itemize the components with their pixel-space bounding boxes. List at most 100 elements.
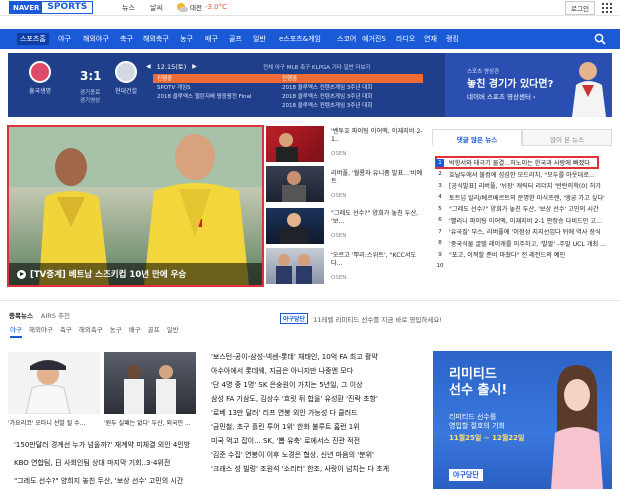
main-story[interactable]: [TV중계] 베트남 스즈키컵 10년 만에 우승 bbox=[7, 125, 264, 287]
link-weather[interactable]: 날씨 bbox=[150, 3, 163, 13]
headline-item[interactable]: 미국 먹고 잡이... SK, '뽑 유축' 로에서스 진관 적전 bbox=[211, 436, 426, 450]
ranked-news-item[interactable]: 7 '유국질' 부스, 리버풀에 '이점성 지지선임다 뒤에 역사 장식 bbox=[436, 226, 614, 238]
weather-widget[interactable]: 대전 -3.0°C bbox=[175, 1, 227, 13]
naver-sports-logo[interactable]: NAVER SPORTS bbox=[9, 1, 94, 14]
ranked-news-item[interactable]: 9 "포고, 이적할 준비 마쳤다" 전 레전드의 예인 bbox=[436, 249, 614, 261]
sport-news-title[interactable]: 종목뉴스 bbox=[9, 310, 33, 320]
nav-basketball[interactable]: 농구 bbox=[180, 34, 193, 44]
sport-filters[interactable]: 전체 야구 MLB 축구 KLPGA 기타 일반 더보기 bbox=[263, 63, 371, 71]
app-grid-icon[interactable] bbox=[602, 3, 612, 13]
nav-general[interactable]: 일반 bbox=[253, 34, 266, 44]
baseball-thumb-caption[interactable]: '원두 실패는 없다' 두산, 외국인 ... bbox=[104, 418, 199, 427]
baseball-news-item[interactable]: '150만달러 경계선 누가 넘을까?' 재계약 미체결 외인 4인방 bbox=[14, 440, 204, 450]
baseball-thumb-2[interactable] bbox=[104, 352, 196, 414]
news-thumb-title[interactable]: '오르고 '뿌리:스위트', "KCC서도 다... bbox=[331, 252, 423, 268]
tab-volleyball[interactable]: 배구 bbox=[129, 324, 141, 338]
away-team[interactable]: 현대건설 bbox=[108, 61, 144, 95]
board-row[interactable]: 2018 클루엑스 챌린지배 왕중왕전 Final 2018 클루엑스 컨텐츠게… bbox=[153, 92, 423, 101]
baseball-thumb-caption[interactable]: '가요리코' 오타니 선발 될 수... bbox=[8, 418, 103, 427]
nav-magazine[interactable]: 예거진S bbox=[362, 34, 386, 44]
news-thumb-title[interactable]: '벤투호 파이팅 이어엑, 이재지비 2-1.. bbox=[331, 128, 423, 144]
promo-label: 스포츠 영상관 bbox=[467, 69, 500, 75]
home-team[interactable]: 흥국생명 bbox=[22, 61, 58, 95]
headline-item[interactable]: '김준 수집' 연봉이 이후 노경은 협상, 신년 마음의 '분위' bbox=[211, 450, 426, 464]
baseball-thumb-1[interactable] bbox=[8, 352, 100, 414]
ranked-news-item[interactable]: 5 "그레도 선수?" 양희가 놓친 두산, '보상 선수' 고민의 시간 bbox=[436, 203, 614, 215]
yagu-dangdan-banner[interactable]: 야구당단 11레벨 리미티드 선수를 지금 바로 영입하세요! bbox=[280, 313, 442, 324]
weather-city: 대전 bbox=[190, 4, 202, 12]
rank-number: 2 bbox=[438, 171, 442, 178]
ranked-news-item[interactable]: 8 '중국식물 굴텔 레이캐를 이주하고, '발팔' -주말 UCL 개최 ... bbox=[436, 238, 614, 250]
nav-volleyball[interactable]: 배구 bbox=[205, 34, 218, 44]
ranked-news-item[interactable]: 10 bbox=[436, 261, 614, 273]
search-icon[interactable] bbox=[594, 33, 606, 45]
news-thumb-1[interactable] bbox=[266, 126, 324, 162]
prev-date-icon[interactable]: ◀ bbox=[146, 63, 151, 70]
ad-sub-line1: 리미티드 선수를 bbox=[449, 413, 497, 421]
tab-basketball[interactable]: 농구 bbox=[110, 324, 122, 338]
news-thumb-title[interactable]: 리버풀, '월룡자 유니폼 발표...'비예트 bbox=[331, 170, 423, 186]
board-row[interactable]: 2018 클루엑스 컨텐츠게임 3주년 대회 bbox=[153, 101, 423, 110]
nav-world-football[interactable]: 해외축구 bbox=[143, 34, 169, 44]
nav-football[interactable]: 축구 bbox=[120, 34, 133, 44]
headline-item[interactable]: '로베 13만 달러' 리프 연봉 외인 가능성 다 클러드 bbox=[211, 408, 426, 422]
ranked-news-item[interactable]: 6 '빨리니 파이팅 이어엑, 이재지비 2-1 판정승 다비드만 고... bbox=[436, 215, 614, 227]
rank-number: 8 bbox=[438, 240, 442, 247]
ad-subtitle: 리미티드 선수를 영입할 절호의 기회 bbox=[449, 413, 505, 431]
tab-most-commented[interactable]: 댓글 많은 뉴스 bbox=[432, 129, 522, 146]
news-thumb-source: OSEN bbox=[331, 275, 347, 281]
ranked-news-item[interactable]: 1 박항서와 태극기 물결...허노이는 한국과 사랑에 빠졌다 bbox=[436, 157, 614, 169]
headline-item[interactable]: '단 4명 중 1명' SK 은숭원이 가치는 5년일, 그 이상 bbox=[211, 380, 426, 394]
headline-item[interactable]: 아수아에서 롯데웨, 지금은 아니지만 나중엔 모다 bbox=[211, 366, 426, 380]
limited-player-ad[interactable]: 리미티드 선수 출시! 리미티드 선수를 영입할 절호의 기회 11월25일 ~… bbox=[433, 351, 612, 489]
headline-item[interactable]: '보스턴-공이-삼성-넥센-롯데' 채태인, 10억 FA 최고 활약 bbox=[211, 352, 426, 366]
tab-golf[interactable]: 골프 bbox=[148, 324, 160, 338]
news-thumb-title[interactable]: "그레도 선수?" 양희가 놓친 두산, '보... bbox=[331, 210, 423, 226]
nav-score[interactable]: 스코어 bbox=[337, 34, 356, 44]
nav-sports-home[interactable]: 스포츠홈 bbox=[17, 33, 49, 45]
headline-item[interactable]: '금민철, 초구 흘린 투어 1위' 한화 불루트 홈런 1위 bbox=[211, 422, 426, 436]
yagu-dangdan-logo: 야구당단 bbox=[280, 313, 309, 324]
next-date-icon[interactable]: ▶ bbox=[192, 63, 197, 70]
link-news[interactable]: 뉴스 bbox=[122, 3, 135, 13]
ranked-news-item[interactable]: 4 토트넘 알리/베르베르트의 분명한 미식프렌, '앵궁 가고 싶다' bbox=[436, 192, 614, 204]
sport-tabs: 야구 해외야구 축구 해외축구 농구 배구 골프 일반 bbox=[10, 324, 186, 338]
game-video-link[interactable]: 경기영상 bbox=[80, 96, 100, 104]
tab-most-viewed[interactable]: 많이 본 뉴스 bbox=[522, 129, 612, 146]
ranked-news-item[interactable]: 2 호날두에서 불컹에 섬섬한 모드리치, "모두를 아웃대로... bbox=[436, 169, 614, 181]
sport-news-header: 종목뉴스 AIRS 추천 bbox=[9, 310, 70, 320]
airs-recommend[interactable]: AIRS 추천 bbox=[41, 310, 70, 320]
nav-baseball[interactable]: 야구 bbox=[58, 34, 71, 44]
tab-football[interactable]: 축구 bbox=[60, 324, 72, 338]
main-story-caption[interactable]: [TV중계] 베트남 스즈키컵 10년 만에 우승 bbox=[9, 263, 262, 285]
tab-world-football[interactable]: 해외축구 bbox=[79, 324, 103, 338]
ranked-news-title: "포고, 이적할 준비 마쳤다" 전 레전드의 예인 bbox=[449, 252, 566, 260]
tab-baseball[interactable]: 야구 bbox=[10, 324, 22, 338]
nav-series[interactable]: 연재 bbox=[424, 34, 437, 44]
ranked-news-item[interactable]: 3 [공식발표] 리버풀, '뉘장' 캐릭터 리더지 '반란의학(0) 허가 bbox=[436, 180, 614, 192]
nav-golf[interactable]: 골프 bbox=[229, 34, 242, 44]
nav-mlb[interactable]: 해외야구 bbox=[83, 34, 109, 44]
ad-sub-line2: 영입할 절호의 기회 bbox=[449, 422, 505, 430]
news-thumb-2[interactable] bbox=[266, 166, 324, 202]
tab-world-baseball[interactable]: 해외야구 bbox=[29, 324, 53, 338]
news-thumb-3[interactable] bbox=[266, 208, 324, 244]
tab-general[interactable]: 일반 bbox=[167, 324, 179, 338]
ranked-news-title: "그레도 선수?" 양희가 놓친 두산, '보상 선수' 고민의 시간 bbox=[449, 206, 599, 214]
video-center-promo[interactable]: 스포츠 영상관 놓친 경기가 있다면? 네이버 스포츠 영상센터 › bbox=[445, 53, 612, 117]
login-button[interactable]: 로그인 bbox=[565, 1, 595, 15]
headline-item[interactable]: 삼성 FA 기삼도, 김상수 '흐릿 뒤 합을' 유성환 '진락 초항' bbox=[211, 394, 426, 408]
promo-link[interactable]: 네이버 스포츠 영상센터 › bbox=[467, 91, 536, 101]
baseball-news-item[interactable]: KBO 연합팀, 日 사회인팀 상대 마지막 기회..3-4위전 bbox=[14, 458, 204, 468]
news-thumb-4[interactable] bbox=[266, 248, 324, 284]
board-row[interactable]: SPOTV 게임S 2018 클루엑스 컨텐츠게임 3주년 대회 bbox=[153, 83, 423, 92]
game-score[interactable]: 3:1 bbox=[80, 69, 102, 83]
nav-radio[interactable]: 라디오 bbox=[396, 34, 415, 44]
rank-number: 6 bbox=[438, 217, 442, 224]
date-selector[interactable]: ◀ 12.15(토) ▶ bbox=[146, 61, 197, 72]
headline-item[interactable]: '크래스 성 빌렁' 조원석 '소리터' 한조, 사랑이 넘치는 다 초게 bbox=[211, 464, 426, 478]
baseball-news-item[interactable]: "그레도 선수?" 양희지 놓친 두산, '보상 선수' 고민의 시간 bbox=[14, 476, 204, 486]
nav-esports[interactable]: e스포츠&게임 bbox=[279, 34, 321, 44]
nav-ranking[interactable]: 랭킹 bbox=[446, 34, 459, 44]
board-row[interactable]: 진행중 진행중 bbox=[153, 74, 423, 83]
